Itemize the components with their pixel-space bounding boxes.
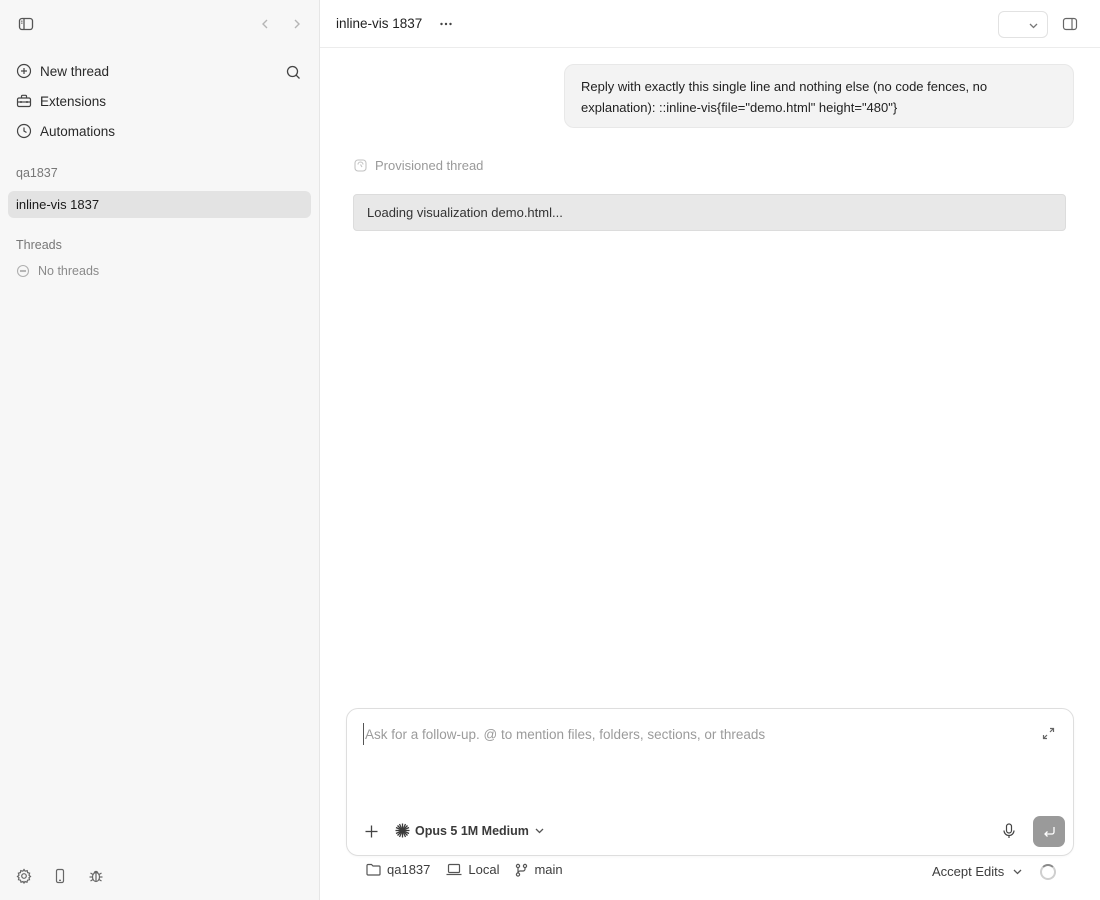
bug-report-icon[interactable] — [88, 868, 104, 884]
chevron-down-icon — [534, 825, 545, 836]
toolbox-icon — [16, 93, 32, 109]
status-text: Provisioned thread — [375, 158, 484, 173]
settings-gear-icon[interactable] — [16, 868, 32, 884]
branch-selector[interactable]: main — [515, 862, 563, 877]
sidebar-nav: New thread Extensions Automations — [8, 56, 311, 146]
toggle-right-panel-icon[interactable] — [1062, 16, 1078, 32]
empty-chat-icon — [16, 264, 30, 278]
git-branch-icon — [515, 863, 528, 877]
microphone-icon[interactable] — [1001, 823, 1017, 839]
no-threads-placeholder: No threads — [16, 264, 99, 278]
back-arrow-icon[interactable] — [253, 12, 277, 36]
clock-icon — [16, 123, 32, 139]
loading-spinner-icon — [1040, 864, 1056, 880]
toggle-sidebar-icon[interactable] — [14, 12, 38, 36]
loading-text: Loading visualization demo.html... — [367, 205, 563, 220]
thread-header: inline-vis 1837 — [320, 0, 1100, 48]
send-arrow-icon — [1042, 825, 1056, 839]
more-options-icon[interactable] — [434, 12, 458, 36]
branch-label: main — [534, 862, 563, 877]
nav-label: Extensions — [40, 93, 107, 109]
forward-arrow-icon[interactable] — [285, 12, 309, 36]
add-attachment-icon[interactable] — [363, 823, 379, 839]
new-thread-button[interactable]: New thread — [8, 56, 311, 86]
sidebar-item-automations[interactable]: Automations — [8, 116, 311, 146]
sidebar-item-active-thread[interactable]: inline-vis 1837 — [8, 191, 311, 218]
threads-section-label: Threads — [16, 238, 62, 252]
workspace-label: qa1837 — [16, 166, 58, 180]
nav-label: Automations — [40, 123, 116, 139]
status-icon — [354, 159, 367, 172]
plus-circle-icon — [16, 63, 32, 79]
laptop-icon — [446, 863, 462, 876]
main-panel: inline-vis 1837 Reply with exactly this … — [320, 0, 1100, 900]
model-selector[interactable]: Opus 5 1M Medium — [395, 823, 545, 838]
user-message-bubble: Reply with exactly this single line and … — [564, 64, 1074, 128]
sidebar-item-extensions[interactable]: Extensions — [8, 86, 311, 116]
chevron-down-icon — [1028, 20, 1039, 31]
folder-label: qa1837 — [387, 862, 431, 877]
composer: Opus 5 1M Medium — [346, 708, 1074, 856]
environment-label: Local — [468, 862, 500, 877]
sidebar-toolbar — [0, 0, 319, 48]
edit-mode-label: Accept Edits — [932, 864, 1005, 879]
no-threads-text: No threads — [38, 264, 100, 278]
sparkle-icon — [395, 823, 410, 838]
chevron-down-icon — [1012, 866, 1023, 877]
model-label: Opus 5 1M Medium — [415, 823, 529, 838]
send-button[interactable] — [1033, 816, 1065, 847]
header-dropdown[interactable] — [998, 11, 1048, 38]
folder-icon — [366, 863, 381, 876]
mobile-device-icon[interactable] — [52, 868, 68, 884]
composer-footer: qa1837 Local main — [366, 862, 563, 877]
environment-selector[interactable]: Local — [446, 862, 499, 877]
folder-selector[interactable]: qa1837 — [366, 862, 430, 877]
expand-icon[interactable] — [1041, 726, 1055, 740]
edit-mode-selector[interactable]: Accept Edits — [932, 864, 1023, 879]
thread-status: Provisioned thread — [354, 158, 483, 173]
thread-title: inline-vis 1837 — [336, 16, 423, 31]
thread-label: inline-vis 1837 — [16, 197, 100, 212]
search-icon[interactable] — [281, 60, 305, 84]
sidebar-footer — [16, 868, 104, 884]
visualization-loading-box: Loading visualization demo.html... — [353, 194, 1066, 231]
follow-up-input[interactable] — [363, 723, 1023, 745]
nav-label: New thread — [40, 63, 110, 79]
sidebar: New thread Extensions Automations qa1837… — [0, 0, 320, 900]
